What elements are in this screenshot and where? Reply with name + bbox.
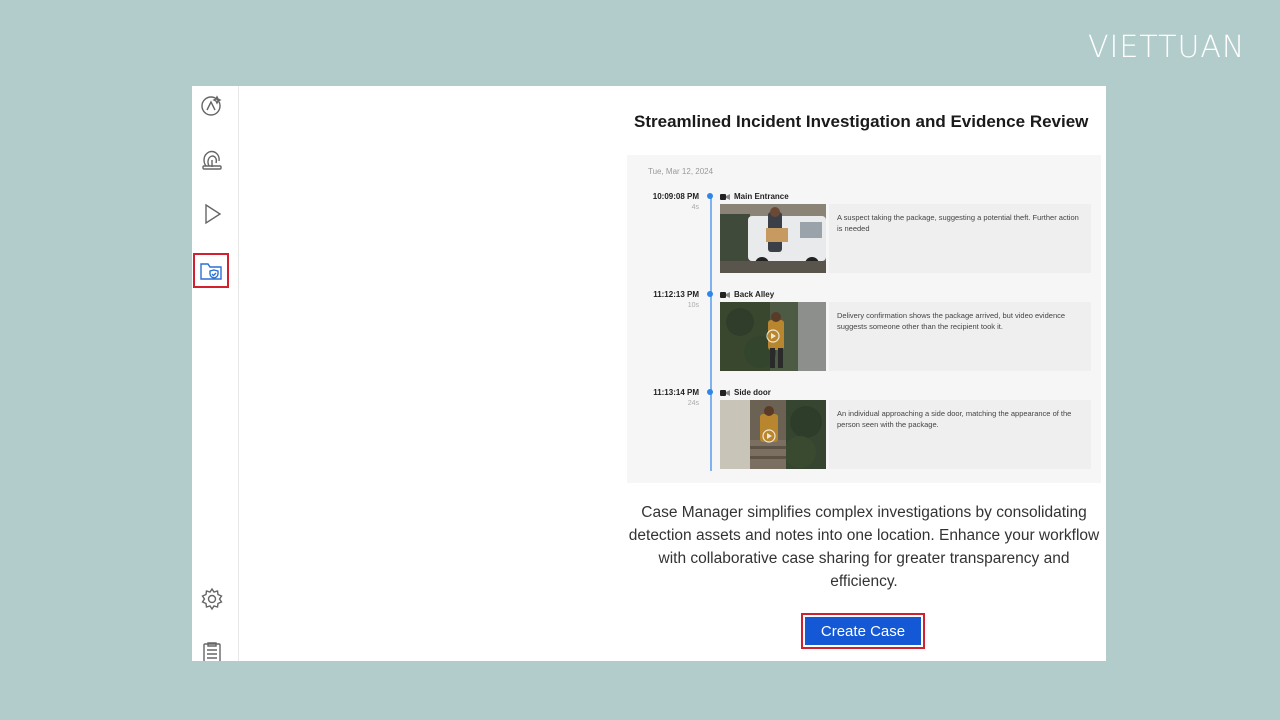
event-thumbnail[interactable]	[720, 302, 826, 371]
timeline-date: Tue, Mar 12, 2024	[648, 167, 714, 176]
sidebar	[192, 86, 239, 661]
app-window: Streamlined Incident Investigation and E…	[192, 86, 1106, 661]
timeline-dot	[707, 389, 713, 395]
play-icon	[205, 203, 222, 225]
event-duration: 4s	[691, 204, 699, 211]
event-time: 10:09:08 PM	[652, 192, 699, 201]
sidebar-item-analytics[interactable]	[195, 90, 229, 122]
timeline-preview: Tue, Mar 12, 2024 10:09:08 PM 4s Main En…	[627, 155, 1101, 483]
timeline-event: 11:13:14 PM 24s Side door An individual …	[627, 388, 1101, 480]
create-case-button-label[interactable]: Create Case	[805, 617, 921, 645]
analytics-icon	[201, 95, 222, 116]
feature-description: Case Manager simplifies complex investig…	[628, 504, 1100, 590]
create-case-button[interactable]: Create Case	[801, 613, 925, 649]
event-camera: Side door	[720, 388, 771, 397]
sidebar-item-playback[interactable]	[195, 198, 229, 230]
event-note: An individual approaching a side door, m…	[829, 400, 1091, 469]
event-camera-label: Back Alley	[734, 290, 775, 299]
main-content: Streamlined Incident Investigation and E…	[238, 86, 1106, 661]
page-title: Streamlined Incident Investigation and E…	[634, 112, 1089, 131]
event-camera-label: Side door	[734, 388, 771, 397]
event-note: Delivery confirmation shows the package …	[829, 302, 1091, 371]
timeline-dot	[707, 193, 713, 199]
event-duration: 10s	[687, 302, 699, 309]
sidebar-item-reports[interactable]	[195, 637, 229, 661]
camera-icon	[720, 389, 730, 396]
event-note: A suspect taking the package, suggesting…	[829, 204, 1091, 273]
sidebar-item-face-search[interactable]	[195, 144, 229, 176]
event-thumbnail[interactable]	[720, 400, 826, 469]
case-folder-icon	[200, 262, 222, 280]
face-search-icon	[202, 150, 222, 170]
timeline-event: 10:09:08 PM 4s Main Entrance A suspect t…	[627, 192, 1101, 284]
brand-logo: VIETTUAN	[1088, 30, 1246, 65]
event-duration: 24s	[687, 400, 699, 407]
clipboard-icon	[203, 642, 221, 661]
event-camera: Main Entrance	[720, 192, 789, 201]
timeline-event: 11:12:13 PM 10s Back Alley Delivery conf…	[627, 290, 1101, 382]
thumbnail-image	[720, 204, 826, 273]
event-camera-label: Main Entrance	[734, 192, 789, 201]
camera-icon	[720, 291, 730, 298]
sidebar-item-settings[interactable]	[195, 583, 229, 615]
event-time: 11:12:13 PM	[653, 290, 699, 299]
thumbnail-image	[720, 400, 826, 469]
event-camera: Back Alley	[720, 290, 774, 299]
camera-icon	[720, 193, 730, 200]
settings-icon	[201, 587, 223, 611]
event-time: 11:13:14 PM	[653, 388, 699, 397]
timeline-dot	[707, 291, 713, 297]
sidebar-item-case-manager[interactable]	[193, 253, 229, 288]
thumbnail-image	[720, 302, 826, 371]
event-thumbnail[interactable]	[720, 204, 826, 273]
